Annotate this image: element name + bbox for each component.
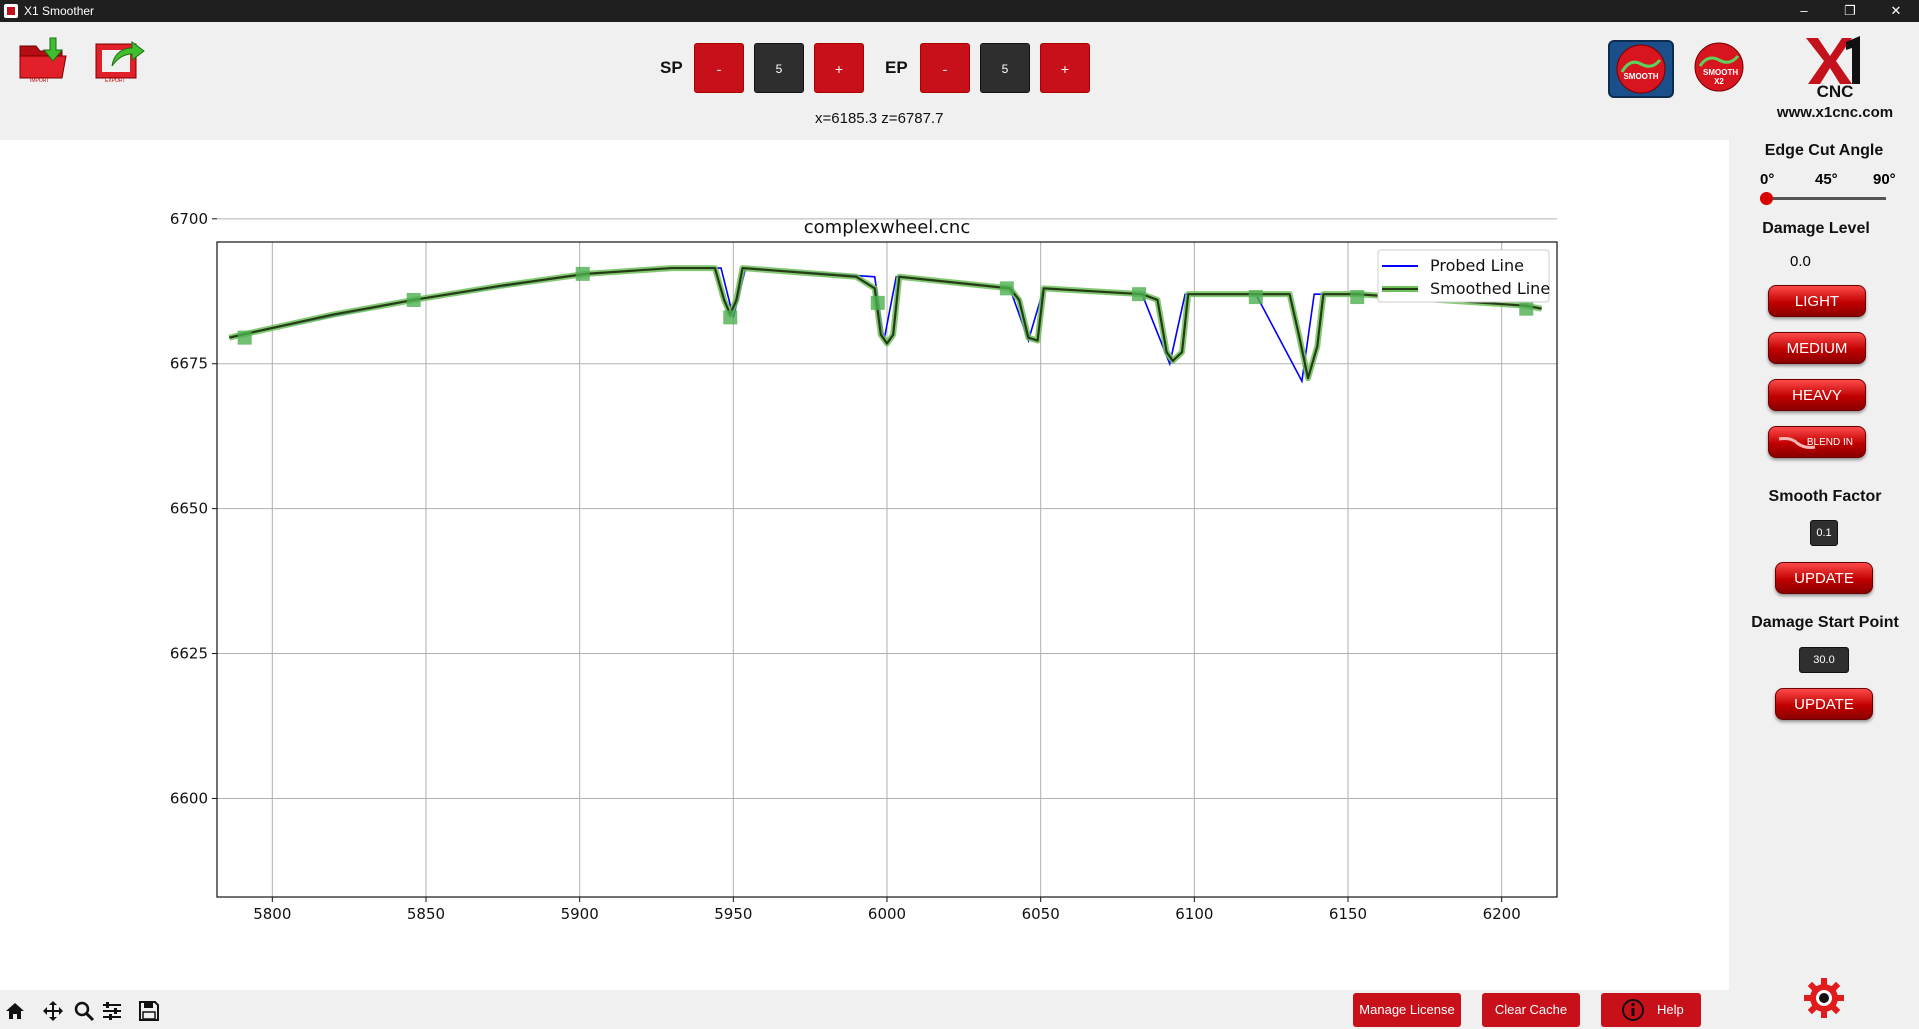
x-tick-label: 6150 bbox=[1329, 905, 1367, 923]
smooth-button[interactable]: SMOOTH bbox=[1608, 40, 1674, 98]
smooth-factor-title: Smooth Factor bbox=[1768, 488, 1882, 505]
y-tick-label: 6700 bbox=[170, 210, 208, 228]
logo-url: www.x1cnc.com bbox=[1776, 104, 1894, 121]
blend-curve-icon bbox=[1778, 437, 1816, 449]
damage-level-value: 0.0 bbox=[1790, 253, 1811, 270]
help-button[interactable]: Help bbox=[1601, 993, 1701, 1027]
sp-value-field[interactable]: 5 bbox=[754, 43, 804, 93]
smooth-factor-field[interactable]: 0.1 bbox=[1810, 520, 1838, 546]
y-tick-label: 6600 bbox=[170, 789, 208, 807]
y-tick-label: 6675 bbox=[170, 355, 208, 373]
damage-start-update-button[interactable]: UPDATE bbox=[1775, 688, 1873, 720]
control-point-marker bbox=[1132, 287, 1147, 302]
x-tick-label: 5800 bbox=[253, 905, 291, 923]
x-tick-label: 6050 bbox=[1022, 905, 1060, 923]
sp-minus-button[interactable]: - bbox=[694, 43, 744, 93]
sp-label: SP bbox=[660, 58, 683, 77]
clear-cache-button[interactable]: Clear Cache bbox=[1482, 993, 1580, 1027]
ep-label: EP bbox=[885, 58, 908, 77]
damage-level-title: Damage Level bbox=[1762, 220, 1870, 237]
save-icon bbox=[139, 1001, 159, 1021]
control-point-marker bbox=[575, 266, 590, 281]
x-tick-label: 6100 bbox=[1175, 905, 1213, 923]
save-figure-button[interactable] bbox=[138, 1000, 160, 1022]
y-tick-label: 6625 bbox=[170, 645, 208, 663]
smooth-label: SMOOTH bbox=[1623, 72, 1659, 81]
restore-button[interactable]: ❐ bbox=[1827, 0, 1873, 22]
control-point-marker bbox=[1519, 301, 1534, 316]
control-point-marker bbox=[1248, 290, 1263, 305]
app-icon bbox=[4, 4, 18, 18]
light-button[interactable]: LIGHT bbox=[1768, 285, 1866, 317]
import-label: IMPORT bbox=[30, 78, 50, 84]
control-point-marker bbox=[999, 281, 1014, 296]
chart-title: complexwheel.cnc bbox=[804, 217, 970, 238]
title-bar: X1 Smoother – ❐ ✕ bbox=[0, 0, 1919, 22]
window-title: X1 Smoother bbox=[24, 4, 95, 18]
smooth-factor-update-button[interactable]: UPDATE bbox=[1775, 562, 1873, 594]
legend-smoothed-label: Smoothed Line bbox=[1430, 279, 1550, 298]
control-point-marker bbox=[723, 310, 738, 325]
smooth-icon bbox=[1616, 44, 1666, 94]
smooth-x2-button[interactable]: SMOOTH X2 bbox=[1688, 40, 1754, 98]
info-icon bbox=[1622, 999, 1644, 1021]
control-point-marker bbox=[406, 292, 421, 307]
heavy-button[interactable]: HEAVY bbox=[1768, 379, 1866, 411]
bottom-bar bbox=[0, 990, 1729, 1029]
ep-plus-button[interactable]: + bbox=[1040, 43, 1090, 93]
x-tick-label: 6200 bbox=[1483, 905, 1521, 923]
close-button[interactable]: ✕ bbox=[1873, 0, 1919, 22]
x-tick-label: 5900 bbox=[561, 905, 599, 923]
angle-tick-0: 0° bbox=[1760, 171, 1775, 188]
home-icon bbox=[6, 1003, 24, 1019]
manage-license-button[interactable]: Manage License bbox=[1353, 993, 1461, 1027]
configure-icon bbox=[103, 1002, 121, 1020]
control-point-marker bbox=[1350, 290, 1365, 305]
configure-button[interactable] bbox=[101, 1000, 123, 1022]
x1cnc-logo: CNC www.x1cnc.com bbox=[1770, 34, 1900, 124]
medium-button[interactable]: MEDIUM bbox=[1768, 332, 1866, 364]
gear-icon bbox=[1804, 978, 1844, 1018]
control-point-marker bbox=[237, 330, 252, 345]
y-tick-label: 6650 bbox=[170, 500, 208, 518]
zoom-button[interactable] bbox=[73, 1000, 95, 1022]
smooth-x2-label: SMOOTH X2 bbox=[1703, 68, 1739, 86]
cursor-coordinates: x=6185.3 z=6787.7 bbox=[815, 110, 944, 127]
control-point-marker bbox=[870, 295, 885, 310]
angle-tick-45: 45° bbox=[1815, 171, 1838, 188]
x-tick-label: 6000 bbox=[868, 905, 906, 923]
slider-thumb[interactable] bbox=[1760, 192, 1773, 205]
minimize-button[interactable]: – bbox=[1781, 0, 1827, 22]
help-label: Help bbox=[1657, 1002, 1684, 1017]
import-button[interactable]: IMPORT bbox=[16, 34, 72, 86]
edge-cut-angle-slider[interactable] bbox=[1760, 197, 1886, 200]
blend-in-button[interactable]: BLEND IN bbox=[1768, 426, 1866, 458]
angle-tick-90: 90° bbox=[1873, 171, 1896, 188]
x1-logo-icon bbox=[1806, 36, 1860, 84]
x-tick-label: 5950 bbox=[714, 905, 752, 923]
settings-button[interactable] bbox=[1802, 976, 1846, 1020]
export-label: EXPORT bbox=[105, 78, 126, 84]
home-button[interactable] bbox=[4, 1000, 26, 1022]
line-chart[interactable]: complexwheel.cnc 5800 5850 5900 5950 6000 6050… bbox=[0, 65, 1729, 990]
export-button[interactable]: EXPORT bbox=[92, 34, 148, 86]
ep-minus-button[interactable]: - bbox=[920, 43, 970, 93]
damage-start-point-field[interactable]: 30.0 bbox=[1799, 647, 1849, 673]
pan-button[interactable] bbox=[42, 1000, 64, 1022]
ep-value-field[interactable]: 5 bbox=[980, 43, 1030, 93]
logo-cnc-text: CNC bbox=[1816, 82, 1854, 101]
zoom-icon bbox=[74, 1001, 95, 1022]
plot-area[interactable]: complexwheel.cnc 5800 5850 5900 5950 6000 6050… bbox=[0, 65, 1729, 990]
pan-icon bbox=[43, 1001, 63, 1021]
legend-probed-label: Probed Line bbox=[1430, 256, 1524, 275]
edge-cut-angle-title: Edge Cut Angle bbox=[1764, 142, 1884, 159]
damage-start-point-title: Damage Start Point bbox=[1751, 614, 1899, 631]
x-tick-label: 5850 bbox=[407, 905, 445, 923]
sp-plus-button[interactable]: + bbox=[814, 43, 864, 93]
